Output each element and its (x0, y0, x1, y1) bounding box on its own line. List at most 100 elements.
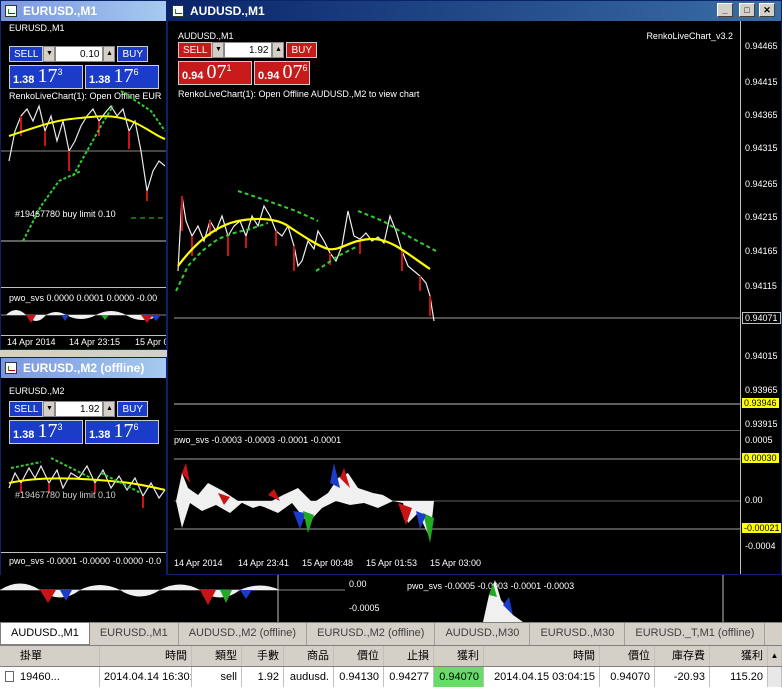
close-button[interactable]: ✕ (759, 3, 775, 17)
column-header-close-time[interactable]: 時間 (484, 646, 600, 666)
eurusd-m2-price-plot (8, 457, 166, 508)
lots-cell: 1.92 (242, 667, 284, 687)
indicator-separator (1, 287, 166, 288)
price-axis[interactable]: 0.94465 0.94415 0.94365 0.94315 0.94265 … (740, 21, 781, 574)
column-header-symbol[interactable]: 商品 (284, 646, 334, 666)
time-label: 14 Apr 23:41 (238, 558, 290, 568)
bottom-right-chart[interactable]: pwo_svs -0.0005 -0.0003 -0.0001 -0.0003 (403, 575, 782, 622)
column-header-order[interactable]: 掛單 (0, 646, 100, 666)
document-icon (5, 671, 14, 682)
close-price-cell: 0.94070 (600, 667, 655, 687)
price-tick: 0.93965 (745, 385, 778, 395)
column-header-swap[interactable]: 庫存費 (655, 646, 710, 666)
eurusd-m1-titlebar[interactable]: EURUSD.,M1 (1, 1, 166, 21)
axis-label: -0.0005 (349, 603, 380, 613)
order-label: #19467780 buy limit 0.10 (15, 209, 116, 219)
tab-eurusd-m30[interactable]: EURUSD.,M30 (530, 623, 626, 645)
renko-line-down (357, 210, 437, 252)
profit-cell: 115.20 (710, 667, 768, 687)
order-cell: 19460... (0, 667, 100, 687)
renko-line-up (175, 222, 269, 292)
pwo-histogram (0, 575, 345, 622)
pwo-tick: 0.0005 (745, 435, 773, 445)
chart-window-icon (5, 5, 17, 17)
maximize-button[interactable]: □ (739, 3, 755, 17)
price-cell: 0.94130 (334, 667, 384, 687)
scroll-up-button[interactable]: ▲ (768, 646, 782, 666)
renko-line-up (22, 170, 82, 242)
time-label: 15 Apr 01:53 (366, 558, 418, 568)
current-price-badge: 0.94071 (742, 312, 781, 324)
symbol-cell: audusd. (284, 667, 334, 687)
column-header-profit[interactable]: 獲利 (710, 646, 768, 666)
price-tick: 0.93915 (745, 419, 778, 429)
pwo-level-badge: 0.00030 (742, 453, 779, 463)
column-header-lots[interactable]: 手數 (242, 646, 284, 666)
chart-window-icon (5, 362, 17, 374)
audusd-m1-titlebar[interactable]: AUDUSD.,M1 _ □ ✕ (168, 1, 781, 21)
tab-eurusd-m2-offline[interactable]: EURUSD.,M2 (offline) (307, 623, 436, 645)
eurusd-m1-chart[interactable]: EURUSD.,M1 SELL ▼ 0.10 ▲ BUY 1.38 17 3 1.… (1, 21, 166, 349)
eurusd-m2-titlebar[interactable]: EURUSD.,M2 (offline) (1, 358, 166, 378)
tab-eurusd-m1[interactable]: EURUSD.,M1 (90, 623, 179, 645)
time-label: 14 Apr 2014 (7, 337, 56, 347)
column-header-stop-loss[interactable]: 止損 (384, 646, 434, 666)
bottom-mid-axis: 0.00 -0.0005 (345, 575, 403, 622)
pwo-label: pwo_svs 0.0000 0.0001 0.0000 -0.00 (9, 293, 158, 303)
pwo-label: pwo_svs -0.0001 -0.0000 -0.0000 -0.0 (9, 556, 162, 566)
stop-loss-cell: 0.94277 (384, 667, 434, 687)
pwo-level-badge: -0.00021 (742, 523, 781, 533)
pwo-tick: -0.0004 (745, 541, 776, 551)
column-header-price[interactable]: 價位 (334, 646, 384, 666)
time-label: 15 Apr 03:00 (430, 558, 482, 568)
bottom-left-chart[interactable]: 0.00 (0, 575, 345, 622)
audusd-m1-window: AUDUSD.,M1 _ □ ✕ AUDUSD.,M1 RenkoLiveCha… (167, 0, 782, 575)
minimize-button[interactable]: _ (717, 3, 733, 17)
terminal-panel: 掛單 時間 類型 手數 商品 價位 止損 獲利 時間 價位 庫存費 獲利 ▲ 1… (0, 645, 782, 689)
price-tick: 0.94465 (745, 41, 778, 51)
pwo-histogram (174, 458, 741, 543)
window-title: EURUSD.,M2 (offline) (23, 361, 145, 375)
price-path (8, 104, 166, 192)
eurusd-m1-price-plot (1, 90, 166, 242)
take-profit-cell: 0.94070 (434, 667, 484, 687)
time-label: 15 Apr 0 (135, 337, 167, 347)
swap-cell: -20.93 (655, 667, 710, 687)
price-tick: 0.94115 (745, 281, 777, 291)
open-time-cell: 2014.04.14 16:30:01 (100, 667, 192, 687)
pwo-tick: 0.00 (745, 495, 763, 505)
price-tick: 0.94365 (745, 110, 778, 120)
time-label: 15 Apr 00:48 (302, 558, 354, 568)
renko-line-upper (237, 190, 319, 222)
price-tick: 0.94315 (745, 143, 778, 153)
column-header-type[interactable]: 類型 (192, 646, 242, 666)
scrollbar-track[interactable] (768, 667, 782, 687)
limit-price-badge: 0.93946 (742, 398, 779, 408)
column-header-open-time[interactable]: 時間 (100, 646, 192, 666)
price-tick: 0.94165 (745, 246, 778, 256)
window-title: EURUSD.,M1 (23, 4, 98, 18)
column-header-close-price[interactable]: 價位 (600, 646, 655, 666)
time-label: 14 Apr 23:15 (69, 337, 121, 347)
terminal-header-row: 掛單 時間 類型 手數 商品 價位 止損 獲利 時間 價位 庫存費 獲利 ▲ (0, 646, 782, 667)
time-label: 14 Apr 2014 (174, 558, 223, 568)
tab-eurusd-t-m1-offline[interactable]: EURUSD._T,M1 (offline) (625, 623, 766, 645)
column-header-take-profit[interactable]: 獲利 (434, 646, 484, 666)
time-axis-border (1, 335, 166, 336)
order-label: #19467780 buy limit 0.10 (15, 490, 116, 500)
close-time-cell: 2014.04.15 03:04:15 (484, 667, 600, 687)
pwo-histogram (1, 310, 166, 323)
window-title: AUDUSD.,M1 (190, 4, 265, 18)
chart-tabs: AUDUSD.,M1 EURUSD.,M1 AUDUSD.,M2 (offlin… (0, 622, 782, 645)
tab-audusd-m1[interactable]: AUDUSD.,M1 (0, 623, 90, 645)
tab-audusd-m2-offline[interactable]: AUDUSD.,M2 (offline) (179, 623, 308, 645)
table-row[interactable]: 19460... 2014.04.14 16:30:01 sell 1.92 a… (0, 667, 782, 687)
tab-audusd-m30[interactable]: AUDUSD.,M30 (435, 623, 531, 645)
price-tick: 0.94215 (745, 212, 778, 222)
price-tick: 0.94415 (745, 77, 778, 87)
price-tick: 0.94015 (745, 351, 778, 361)
chart-window-icon (172, 5, 184, 17)
audusd-m1-chart[interactable]: AUDUSD.,M1 RenkoLiveChart_v3.2 SELL ▼ 1.… (168, 21, 781, 574)
audusd-price-plot (174, 190, 741, 431)
type-cell: sell (192, 667, 242, 687)
